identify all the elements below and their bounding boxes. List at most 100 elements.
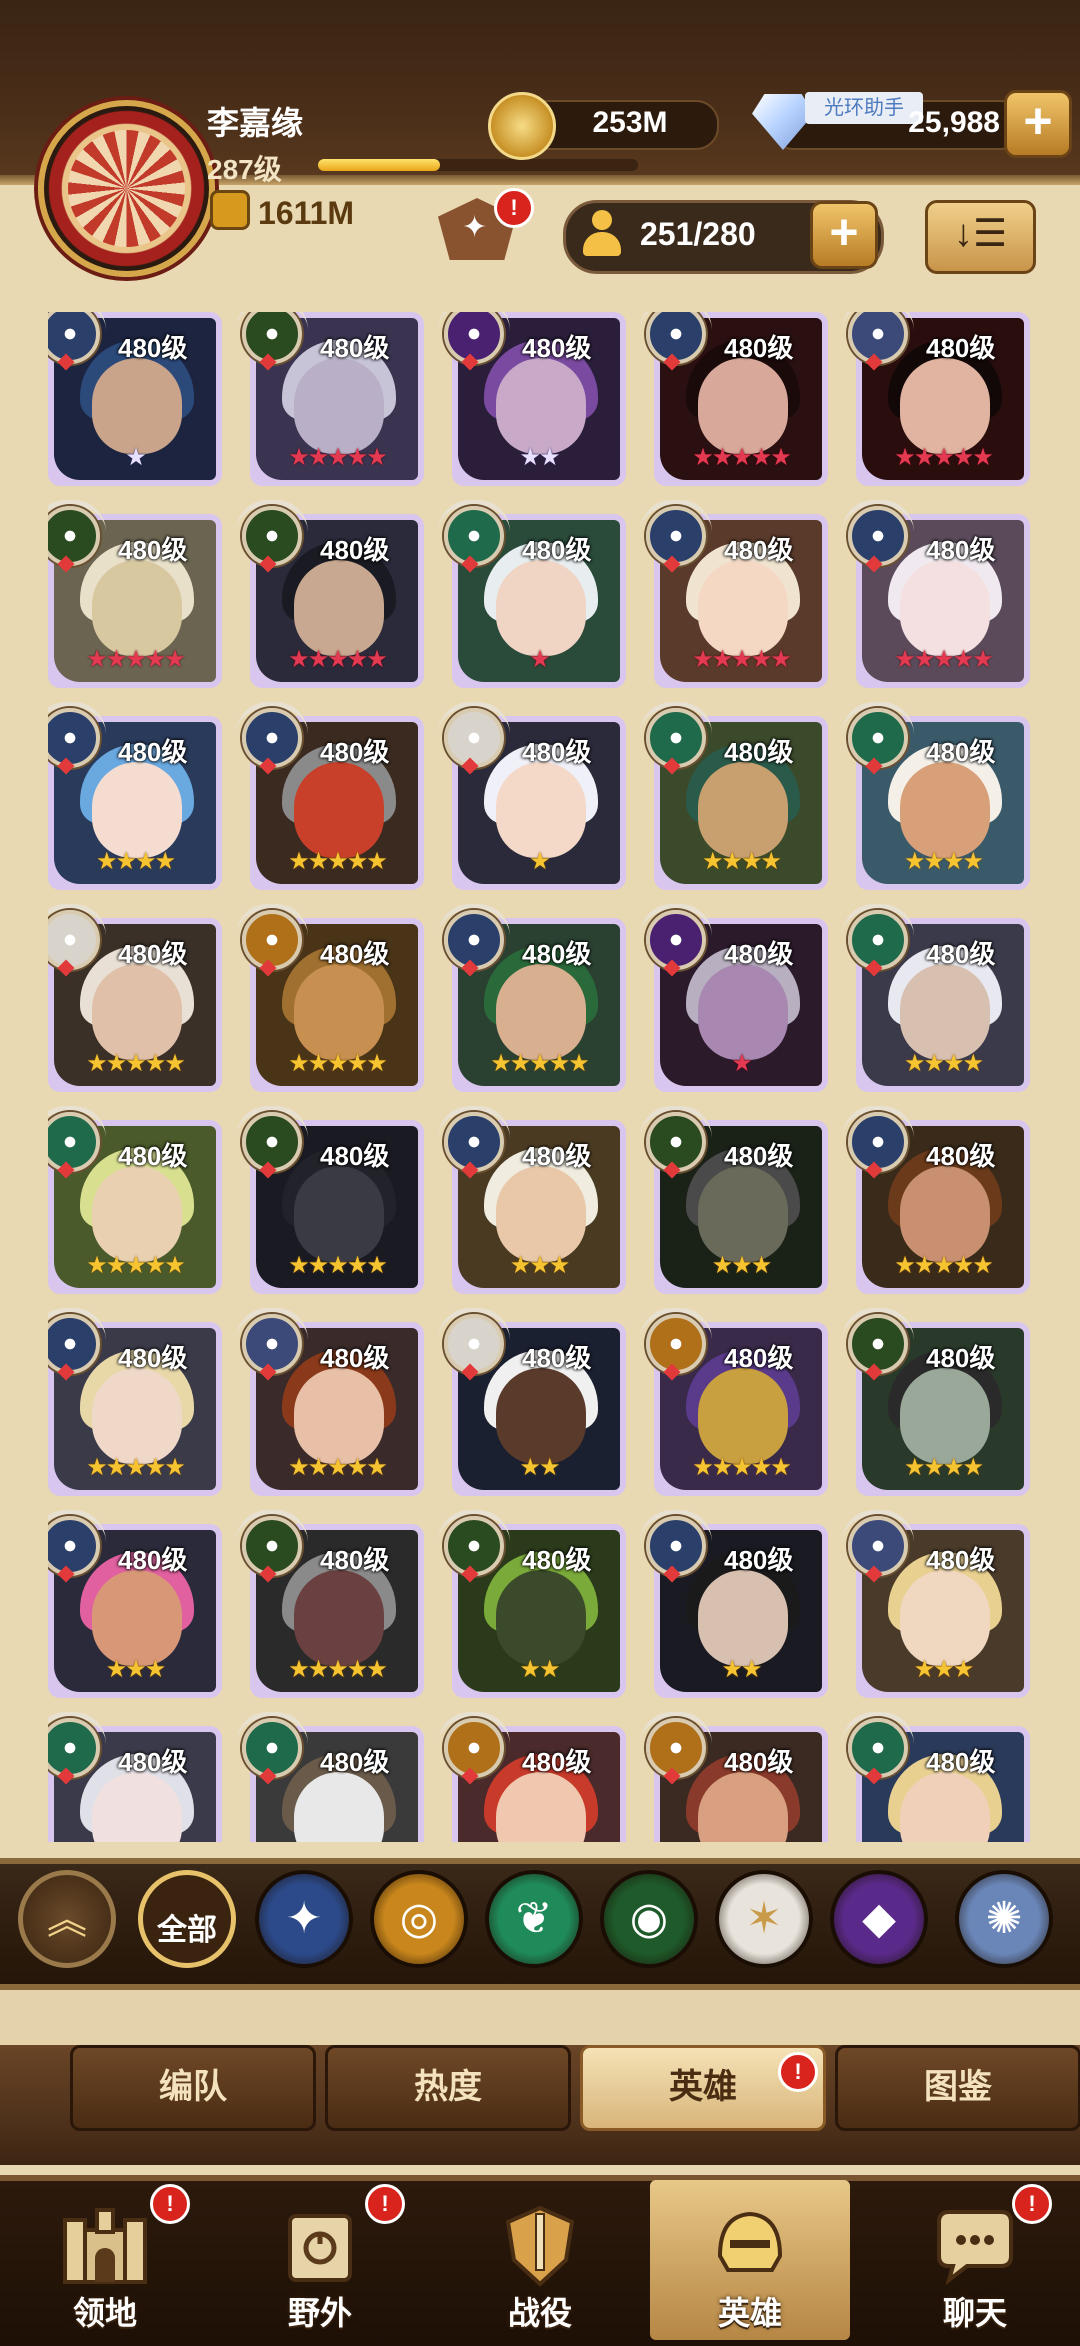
hero-card[interactable]: 480级 ★★★★★ <box>236 1510 424 1698</box>
hero-card[interactable]: 480级 ★ <box>438 500 626 688</box>
hero-card[interactable]: 480级 ★★★★ <box>640 702 828 890</box>
hero-stars: ★★★★★ <box>288 1050 388 1077</box>
hero-card[interactable]: 480级 ★ <box>438 702 626 890</box>
celestial-icon: ✶ <box>745 1894 783 1943</box>
faction-icon <box>848 1516 908 1576</box>
faction-icon <box>848 1112 908 1172</box>
faction-icon <box>646 1112 706 1172</box>
hero-card[interactable]: 480级 ★★★★★ <box>848 312 1030 486</box>
hero-card[interactable]: 480级 ★★★★★ <box>438 904 626 1092</box>
hero-card[interactable]: 480级 ★★★★ <box>842 1308 1030 1496</box>
fist-icon <box>210 190 250 230</box>
hero-card[interactable]: 480级 ★★★★★ <box>646 312 828 486</box>
expand-roster-button[interactable]: + <box>810 201 878 269</box>
filter-hypogean-button[interactable]: ◆ <box>830 1870 928 1968</box>
hero-face <box>294 358 384 454</box>
faction-icon <box>444 1314 504 1374</box>
hero-card[interactable]: 480级 <box>48 1712 222 1842</box>
hero-card[interactable]: 480级 ★★ <box>438 1510 626 1698</box>
faction-icon <box>848 1718 908 1778</box>
filter-celestial-button[interactable]: ✶ <box>715 1870 813 1968</box>
castle-icon <box>63 2208 147 2284</box>
filter-graveborn-button[interactable]: ◉ <box>600 1870 698 1968</box>
tab-popularity[interactable]: 热度 <box>325 2045 571 2131</box>
hero-level: 480级 <box>522 1343 592 1373</box>
player-level: 287级 <box>207 154 282 185</box>
hero-card[interactable]: 480级 <box>438 1712 626 1842</box>
hero-card[interactable]: 480级 ★★★★★ <box>48 500 222 688</box>
hero-level: 480级 <box>320 333 390 363</box>
hero-card[interactable]: 480级 ★★★★ <box>842 904 1030 1092</box>
hero-card[interactable]: 480级 ★★★ <box>640 1106 828 1294</box>
hero-stars: ★ <box>529 848 551 875</box>
faction-icon <box>444 1516 504 1576</box>
hero-face <box>496 1570 586 1666</box>
hero-level: 480级 <box>118 1343 188 1373</box>
hero-level: 480级 <box>926 1747 996 1777</box>
hero-face <box>496 1368 586 1464</box>
hero-card[interactable]: 480级 <box>236 1712 424 1842</box>
faction-icon <box>242 1516 302 1576</box>
collapse-filter-button[interactable]: ︽ <box>18 1870 116 1968</box>
hero-face <box>496 1166 586 1262</box>
hero-face <box>900 1570 990 1666</box>
faction-icon <box>646 708 706 768</box>
hero-card[interactable]: 480级 ★★★★★ <box>236 500 424 688</box>
hero-level: 480级 <box>522 333 592 363</box>
hero-card[interactable]: 480级 ★★★★★ <box>236 702 424 890</box>
hero-card[interactable]: 480级 ★ <box>640 904 828 1092</box>
hero-card[interactable]: 480级 ★★★★ <box>842 702 1030 890</box>
tab-codex[interactable]: 图鉴 <box>835 2045 1080 2131</box>
hero-face <box>92 1570 182 1666</box>
hero-card[interactable]: 480级 ★★★ <box>438 1106 626 1294</box>
hero-card[interactable]: 480级 ★★★ <box>842 1510 1030 1698</box>
filter-wilder-button[interactable]: ❦ <box>485 1870 583 1968</box>
hero-card[interactable]: 480级 ★★★★★ <box>842 1106 1030 1294</box>
hero-card[interactable]: 480级 ★★★★★ <box>48 904 222 1092</box>
hero-card[interactable]: 480级 ★★★★★ <box>236 1308 424 1496</box>
hero-card[interactable]: 480级 ★★★★★ <box>842 500 1030 688</box>
diamond-value: 25,988 <box>908 106 1000 139</box>
hero-stars: ★★★★★ <box>86 1454 186 1481</box>
hero-level: 480级 <box>320 1545 390 1575</box>
nav-campaign[interactable]: 战役 <box>440 2180 640 2340</box>
hero-card[interactable]: 480级 ★★★★★ <box>236 1106 424 1294</box>
filter-dimensional-button[interactable]: ✺ <box>955 1870 1053 1968</box>
hero-card[interactable]: 480级 <box>640 1712 828 1842</box>
hero-card[interactable]: 480级 ★★★★★ <box>640 500 828 688</box>
hero-card[interactable]: 480级 ★★★★ <box>48 702 222 890</box>
hero-card[interactable]: 480级 ★★ <box>444 312 626 486</box>
hero-card[interactable]: 480级 ★★★★★ <box>242 312 424 486</box>
hero-stars: ★★★★ <box>903 848 984 875</box>
hero-face <box>294 1570 384 1666</box>
hero-card[interactable]: 480级 ★★ <box>640 1510 828 1698</box>
nav-heroes[interactable]: 英雄 <box>650 2180 850 2340</box>
hero-level: 480级 <box>522 1747 592 1777</box>
hero-level: 480级 <box>724 737 794 767</box>
hero-face <box>92 1368 182 1464</box>
hero-face <box>900 1166 990 1262</box>
hero-card[interactable]: 480级 ★★★★★ <box>48 1106 222 1294</box>
hero-face <box>698 964 788 1060</box>
hero-card[interactable]: 480级 ★★★★★ <box>640 1308 828 1496</box>
graveborn-icon: ◉ <box>629 1894 669 1943</box>
hero-level: 480级 <box>320 1141 390 1171</box>
player-avatar[interactable] <box>38 100 215 277</box>
sort-button[interactable]: ↓☰ <box>925 200 1036 274</box>
filter-all-button[interactable]: 全部 <box>138 1870 236 1968</box>
hero-card[interactable]: 480级 ★★★★★ <box>48 1308 222 1496</box>
gold-coin-icon <box>488 92 556 160</box>
hero-card[interactable]: 480级 ★★ <box>438 1308 626 1496</box>
star-icon: ✦ <box>462 211 488 244</box>
nav-territory-label: 领地 <box>72 2295 137 2331</box>
hero-card[interactable]: 480级 ★★★★★ <box>236 904 424 1092</box>
hero-card[interactable]: 480级 ★★★ <box>48 1510 222 1698</box>
add-diamonds-button[interactable]: + <box>1004 90 1072 158</box>
hero-card[interactable]: 480级 ★ <box>48 312 222 486</box>
faction-icon <box>646 1516 706 1576</box>
filter-mauler-button[interactable]: ◎ <box>370 1870 468 1968</box>
hero-card[interactable]: 480级 <box>842 1712 1030 1842</box>
filter-lightbearer-button[interactable]: ✦ <box>255 1870 353 1968</box>
tab-formation[interactable]: 编队 <box>70 2045 316 2131</box>
hero-grid[interactable]: 480级 ★ 480级 ★★★★★ 480级 ★★ 480级 ★★★★★ 480级 ★★★★★ 48… <box>48 312 1038 1842</box>
